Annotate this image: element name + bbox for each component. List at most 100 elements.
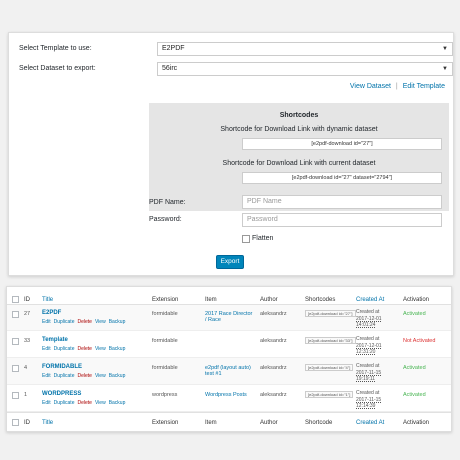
row-item-link[interactable]: e2pdf (layout auto) test #1 [205, 365, 255, 377]
password-input[interactable]: Password [242, 213, 442, 227]
col-created[interactable]: Created At [356, 420, 384, 426]
row-checkbox[interactable] [12, 365, 19, 372]
row-item-link[interactable]: Wordpress Posts [205, 392, 255, 398]
duplicate-link[interactable]: Duplicate [54, 400, 75, 406]
edit-link[interactable]: Edit [42, 400, 51, 406]
row-actions: Edit Duplicate Delete View Backup [42, 319, 128, 325]
col-item: Item [205, 297, 217, 303]
table-header: ID Title Extension Item Author Shortcode… [7, 287, 451, 305]
backup-link[interactable]: Backup [109, 346, 126, 352]
row-checkbox[interactable] [12, 392, 19, 399]
row-id: 33 [24, 338, 31, 344]
backup-link[interactable]: Backup [109, 400, 126, 406]
pdf-name-label: PDF Name: [149, 199, 186, 206]
dataset-select[interactable]: 56irc ▼ [157, 62, 453, 76]
col-extension: Extension [152, 297, 179, 303]
row-title-link[interactable]: WORDPRESS [42, 391, 81, 397]
current-shortcode-field[interactable]: [e2pdf-download id="27" dataset="2794"] [242, 172, 442, 184]
row-shortcode[interactable]: [e2pdf-download id="33"] [305, 337, 356, 344]
created-time: 19:19:11 [356, 376, 376, 382]
row-title-link[interactable]: E2PDF [42, 310, 61, 316]
row-extension: formidable [152, 311, 178, 317]
delete-link[interactable]: Delete [77, 319, 91, 325]
col-title[interactable]: Title [42, 420, 53, 426]
pdf-name-input[interactable]: PDF Name [242, 195, 442, 209]
duplicate-link[interactable]: Duplicate [54, 373, 75, 379]
view-link[interactable]: View [95, 319, 106, 325]
select-all-checkbox[interactable] [12, 296, 19, 303]
template-select-value: E2PDF [162, 45, 185, 52]
row-title-link[interactable]: Template [42, 337, 68, 343]
row-shortcode[interactable]: [e2pdf-download id="1"] [305, 391, 354, 398]
col-shortcodes: Shortcodes [305, 297, 336, 303]
created-date: 2017-12-01 [356, 315, 382, 322]
col-author: Author [260, 297, 278, 303]
row-extension: formidable [152, 338, 178, 344]
row-id: 27 [24, 311, 31, 317]
col-id[interactable]: ID [24, 420, 30, 426]
duplicate-link[interactable]: Duplicate [54, 346, 75, 352]
col-shortcode: Shortcode [305, 420, 333, 426]
table-footer: ID Title Extension Item Author Shortcode… [7, 412, 451, 432]
backup-link[interactable]: Backup [109, 373, 126, 379]
row-checkbox[interactable] [12, 338, 19, 345]
col-extension: Extension [152, 420, 179, 426]
delete-link[interactable]: Delete [77, 400, 91, 406]
backup-link[interactable]: Backup [109, 319, 126, 325]
delete-link[interactable]: Delete [77, 373, 91, 379]
view-link[interactable]: View [95, 373, 106, 379]
col-id[interactable]: ID [24, 297, 30, 303]
row-item-link[interactable]: 2017 Race Director / Race [205, 311, 255, 323]
chevron-down-icon: ▼ [442, 66, 448, 72]
template-select[interactable]: E2PDF ▼ [157, 42, 453, 56]
created-date: 2017-11-15 [356, 369, 382, 376]
view-link[interactable]: View [95, 346, 106, 352]
row-created: Created at 2017-11-15 12:14:39 [356, 390, 381, 410]
row-shortcode[interactable]: [e2pdf-download id="4"] [305, 364, 354, 371]
select-all-checkbox[interactable] [12, 419, 19, 426]
col-author: Author [260, 420, 278, 426]
col-item: Item [205, 420, 217, 426]
shortcodes-title: Shortcodes [279, 112, 319, 119]
dynamic-shortcode-field[interactable]: [e2pdf-download id="27"] [242, 138, 442, 150]
col-created[interactable]: Created At [356, 297, 384, 303]
view-link[interactable]: View [95, 400, 106, 406]
created-time: 12:31:20 [356, 349, 376, 355]
view-dataset-link[interactable]: View Dataset [350, 83, 391, 90]
current-shortcode-label: Shortcode for Download Link with current… [222, 160, 376, 167]
edit-template-link[interactable]: Edit Template [403, 83, 445, 90]
dynamic-shortcode-label: Shortcode for Download Link with dynamic… [220, 126, 378, 133]
delete-link[interactable]: Delete [77, 346, 91, 352]
row-extension: formidable [152, 365, 178, 371]
row-activation: Activated [403, 311, 426, 317]
row-created: Created at 2017-12-01 14:01:24 [356, 309, 382, 329]
created-label: Created at [356, 309, 380, 315]
created-date: 2017-12-01 [356, 342, 382, 349]
table-row: 27 E2PDF Edit Duplicate Delete View Backup f… [7, 305, 451, 331]
row-title-link[interactable]: FORMIDABLE [42, 364, 82, 370]
template-label: Select Template to use: [19, 45, 92, 52]
edit-link[interactable]: Edit [42, 373, 51, 379]
flatten-label: Flatten [252, 235, 274, 242]
created-time: 12:14:39 [356, 403, 376, 409]
row-checkbox[interactable] [12, 311, 19, 318]
edit-link[interactable]: Edit [42, 346, 51, 352]
row-activation: Activated [403, 392, 426, 398]
row-created: Created at 2017-11-15 19:19:11 [356, 363, 381, 383]
created-time: 14:01:24 [356, 322, 376, 328]
row-actions: Edit Duplicate Delete View Backup [42, 346, 128, 352]
col-activation: Activation [403, 420, 430, 426]
row-author: aleksandrz [260, 392, 287, 398]
created-label: Created at [356, 363, 380, 369]
export-button[interactable]: Export [216, 255, 244, 269]
row-shortcode[interactable]: [e2pdf-download id="27"] [305, 310, 356, 317]
flatten-checkbox[interactable] [242, 235, 250, 243]
duplicate-link[interactable]: Duplicate [54, 319, 75, 325]
table-row: 4 FORMIDABLE Edit Duplicate Delete View Back… [7, 358, 451, 385]
templates-table: ID Title Extension Item Author Shortcode… [6, 286, 452, 432]
row-actions: Edit Duplicate Delete View Backup [42, 400, 128, 406]
edit-link[interactable]: Edit [42, 319, 51, 325]
col-title[interactable]: Title [42, 297, 53, 303]
chevron-down-icon: ▼ [442, 46, 448, 52]
row-created: Created at 2017-12-01 12:31:20 [356, 336, 382, 356]
